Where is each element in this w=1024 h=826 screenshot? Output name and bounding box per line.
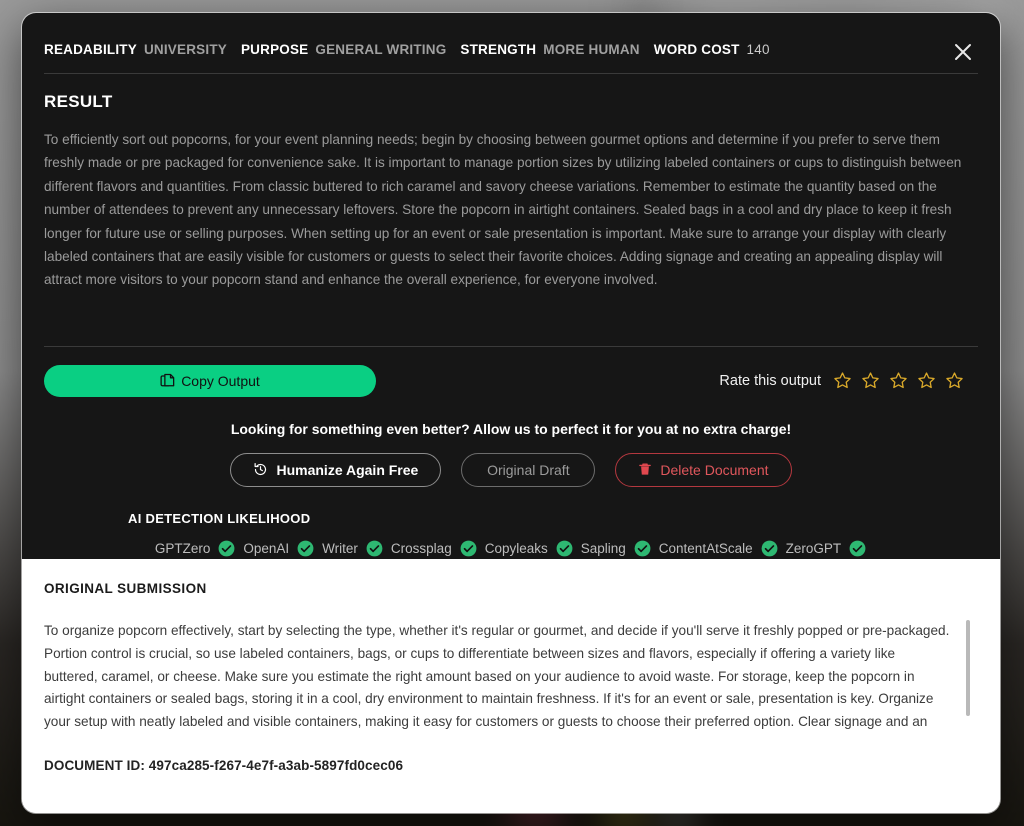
detector-label-sapling: Sapling: [580, 540, 626, 556]
humanize-again-button[interactable]: Humanize Again Free: [230, 452, 442, 487]
meta-value-word-cost: 140: [746, 42, 770, 57]
copy-output-label: Copy Output: [181, 372, 260, 389]
meta-key-purpose: PURPOSE: [240, 42, 309, 57]
original-submission-body: To organize popcorn effectively, start b…: [44, 620, 976, 734]
original-submission-scrollbar[interactable]: [966, 620, 970, 716]
promo-button-row: Humanize Again Free Original Draft Delet…: [44, 452, 978, 487]
result-modal: READABILITY UNIVERSITY PURPOSE GENERAL W…: [22, 13, 1000, 813]
star-icon-4[interactable]: [917, 371, 936, 390]
detector-label-copyleaks: Copyleaks: [484, 540, 548, 556]
ai-detection-list: GPTZero OpenAI Writer Crossplag Copyleak…: [44, 539, 978, 558]
document-id: DOCUMENT ID: 497ca285-f267-4e7f-a3ab-589…: [44, 758, 404, 774]
result-panel: READABILITY UNIVERSITY PURPOSE GENERAL W…: [22, 13, 1000, 559]
star-icon-5[interactable]: [945, 371, 964, 390]
delete-document-label: Delete Document: [660, 461, 769, 478]
rating-widget: Rate this output: [719, 371, 978, 390]
result-title: RESULT: [44, 92, 113, 111]
meta-value-readability: UNIVERSITY: [143, 42, 227, 57]
rate-label: Rate this output: [719, 372, 821, 389]
check-circle-icon-crossplag: [460, 540, 477, 557]
star-icon-2[interactable]: [861, 371, 880, 390]
close-icon[interactable]: [950, 39, 976, 65]
humanize-again-label: Humanize Again Free: [276, 461, 419, 478]
check-circle-icon-contentatscale: [761, 540, 778, 557]
check-circle-icon-openai: [297, 540, 314, 557]
result-divider: [44, 345, 978, 347]
original-draft-button[interactable]: Original Draft: [461, 452, 596, 487]
history-icon: [253, 462, 268, 477]
check-circle-icon-sapling: [634, 540, 651, 557]
detector-label-openai: OpenAI: [243, 540, 290, 556]
result-action-row: Copy Output Rate this output: [44, 364, 978, 397]
check-circle-icon-writer: [366, 540, 383, 557]
document-meta-bar: READABILITY UNIVERSITY PURPOSE GENERAL W…: [44, 33, 978, 57]
copy-output-button[interactable]: Copy Output: [44, 364, 376, 397]
detector-label-gptzero: GPTZero: [154, 540, 211, 556]
detector-label-crossplag: Crossplag: [390, 540, 452, 556]
star-icon-3[interactable]: [889, 371, 908, 390]
meta-value-strength: MORE HUMAN: [543, 42, 640, 57]
promo-text: Looking for something even better? Allow…: [230, 420, 792, 437]
meta-key-readability: READABILITY: [44, 42, 137, 57]
check-circle-icon-copyleaks: [556, 540, 573, 557]
detector-label-contentatscale: ContentAtScale: [658, 540, 753, 556]
star-rating[interactable]: [833, 371, 964, 390]
check-circle-icon-gptzero: [218, 540, 235, 557]
delete-document-button[interactable]: Delete Document: [615, 452, 792, 487]
original-submission-text: To organize popcorn effectively, start b…: [44, 623, 950, 730]
copy-icon: [160, 373, 175, 388]
detector-label-zerogpt: ZeroGPT: [785, 540, 842, 556]
detector-label-writer: Writer: [322, 540, 358, 556]
check-circle-icon-zerogpt: [849, 540, 866, 557]
original-submission-title: ORIGINAL SUBMISSION: [44, 581, 207, 596]
star-icon-1[interactable]: [833, 371, 852, 390]
result-text: To efficiently sort out popcorns, for yo…: [44, 132, 962, 288]
meta-key-word-cost: WORD COST: [653, 42, 740, 57]
ai-detection-title: AI DETECTION LIKELIHOOD: [128, 510, 311, 526]
trash-icon: [638, 462, 652, 477]
meta-value-purpose: GENERAL WRITING: [315, 42, 447, 57]
original-submission-panel: ORIGINAL SUBMISSION To organize popcorn …: [22, 559, 1000, 813]
meta-key-strength: STRENGTH: [460, 42, 537, 57]
header-divider: [44, 73, 978, 74]
original-draft-label: Original Draft: [487, 461, 570, 478]
